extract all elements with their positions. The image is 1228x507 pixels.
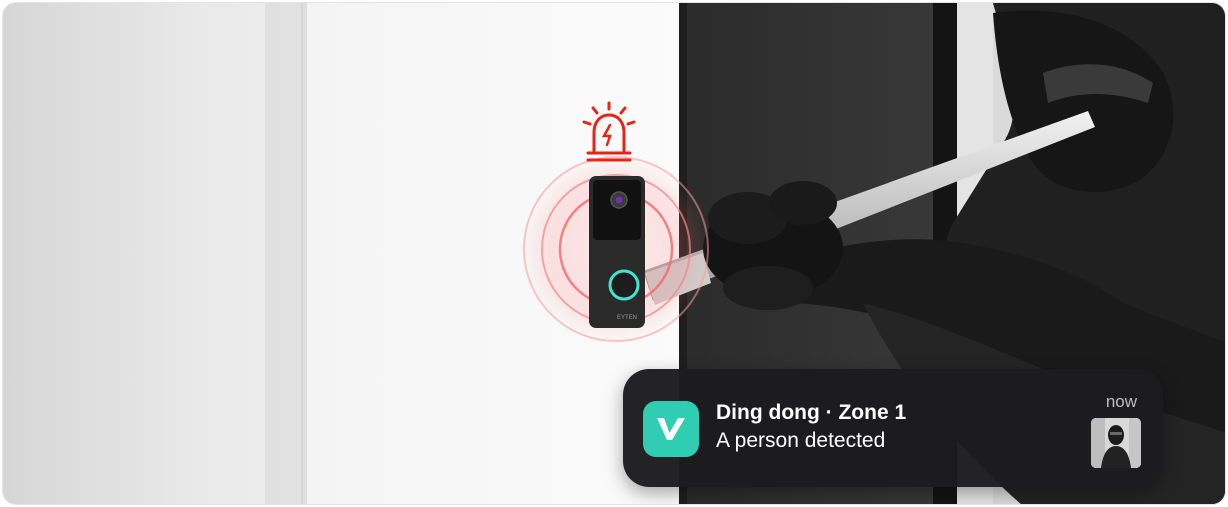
hero-banner: EYTEN Ding dong · Zone 1 A person detect…: [2, 2, 1226, 505]
notification-title: Ding dong · Zone 1: [716, 401, 907, 424]
device-brand-text: EYTEN: [617, 315, 637, 321]
notification-time: now: [1105, 392, 1137, 411]
v-logo-icon: [643, 401, 699, 457]
push-notification[interactable]: Ding dong · Zone 1 A person detected now: [623, 369, 1163, 487]
intruder-thumbnail[interactable]: [1091, 418, 1141, 468]
video-doorbell: EYTEN: [589, 176, 645, 328]
notification-body: A person detected: [716, 429, 886, 452]
